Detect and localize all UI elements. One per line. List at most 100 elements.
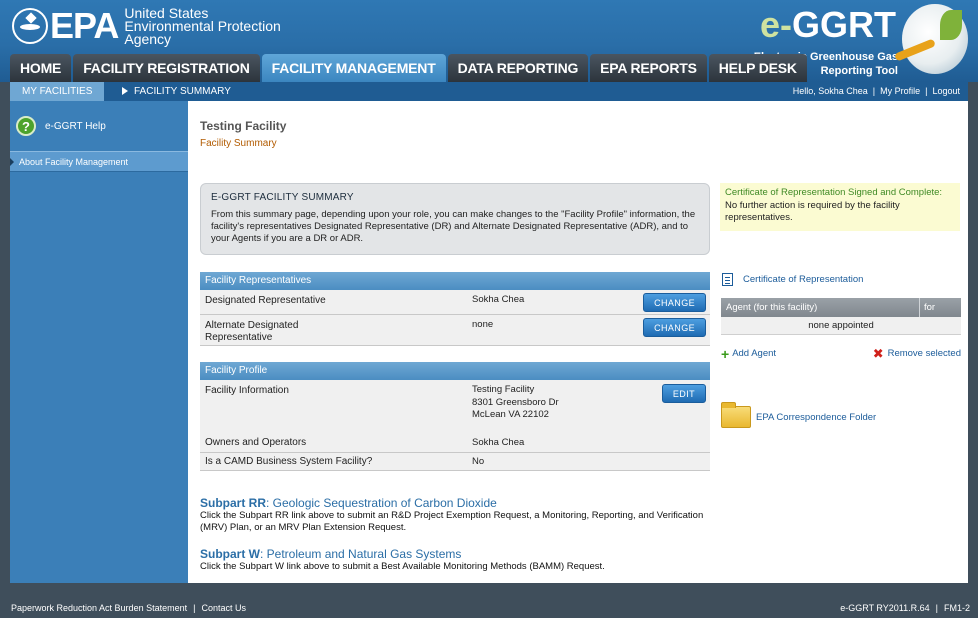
page-title: Testing Facility [200, 119, 287, 133]
main-content: Testing Facility Facility Summary E-GGRT… [188, 101, 968, 583]
remove-selected-label: Remove selected [887, 348, 961, 359]
summary-text: From this summary page, depending upon y… [211, 209, 696, 244]
adr-value: none [472, 319, 494, 330]
agents-table-header: Agent (for this facility) for [721, 298, 961, 317]
facility-info-label: Facility Information [205, 385, 289, 396]
subnav-my-facilities[interactable]: MY FACILITIES [10, 82, 105, 101]
facility-info-value: Testing Facility 8301 Greensboro Dr McLe… [472, 384, 559, 422]
owners-value: Sokha Chea [472, 437, 525, 448]
agents-table: Agent (for this facility) for none appoi… [721, 298, 961, 335]
leaf-icon [940, 10, 962, 40]
sub-navigation: MY FACILITIES FACILITY SUMMARY Hello, So… [10, 82, 968, 101]
table-row: Is a CAMD Business System Facility? No [200, 453, 710, 471]
change-adr-button[interactable]: CHANGE [643, 318, 706, 337]
facility-profile-section: Facility Profile Facility Information Te… [200, 362, 710, 471]
beak-shape [894, 38, 936, 62]
page-subtitle: Facility Summary [200, 138, 277, 149]
remove-x-icon: ✖ [872, 345, 884, 361]
logout-link[interactable]: Logout [932, 86, 960, 96]
table-row: Owners and Operators Sokha Chea [200, 434, 710, 453]
tab-help-desk[interactable]: HELP DESK [708, 54, 807, 82]
site-header: EPA United States Environmental Protecti… [0, 0, 978, 82]
certificate-status-highlight: Certificate of Representation Signed and… [725, 187, 943, 198]
certificate-link-label: Certificate of Representation [743, 274, 864, 285]
subnav-facility-summary[interactable]: FACILITY SUMMARY [122, 82, 231, 101]
tab-facility-registration[interactable]: FACILITY REGISTRATION [73, 54, 260, 82]
facility-street: 8301 Greensboro Dr [472, 396, 559, 408]
camd-value: No [472, 456, 485, 467]
subnav-facility-summary-label: FACILITY SUMMARY [134, 86, 231, 97]
edit-facility-button[interactable]: EDIT [661, 384, 706, 403]
table-row: Designated Representative Sokha Chea CHA… [200, 290, 710, 315]
remove-selected-link[interactable]: ✖ Remove selected [872, 345, 961, 361]
add-agent-label: Add Agent [732, 348, 777, 359]
my-profile-link[interactable]: My Profile [880, 86, 920, 96]
tab-facility-management[interactable]: FACILITY MANAGEMENT [261, 54, 446, 82]
agency-name: United States Environmental Protection A… [124, 6, 280, 46]
play-arrow-icon [122, 87, 128, 96]
agent-column-header[interactable]: Agent (for this facility) [721, 298, 920, 317]
contact-us-link[interactable]: Contact Us [201, 603, 246, 613]
adr-label: Alternate Designated Representative [205, 320, 299, 343]
footer-version: e-GGRT RY2011.R.64 | FM1-2 [840, 599, 970, 618]
subpart-w-block: Subpart W: Petroleum and Natural Gas Sys… [200, 548, 720, 573]
user-greeting: Hello, Sokha Chea [792, 86, 868, 96]
help-icon: ? [16, 116, 36, 136]
user-links: Hello, Sokha Chea | My Profile | Logout [793, 82, 960, 101]
subpart-rr-code: Subpart RR [200, 496, 266, 510]
certificate-status-note: Certificate of Representation Signed and… [720, 183, 960, 231]
for-column-header[interactable]: for [920, 298, 935, 317]
tab-data-reporting[interactable]: DATA REPORTING [447, 54, 589, 82]
camd-label: Is a CAMD Business System Facility? [205, 456, 373, 467]
facility-city: McLean VA 22102 [472, 409, 549, 420]
eggrt-logo-prefix: e- [759, 4, 792, 45]
subpart-rr-block: Subpart RR: Geologic Sequestration of Ca… [200, 497, 720, 535]
subpart-w-link[interactable]: Subpart W: Petroleum and Natural Gas Sys… [200, 548, 720, 561]
subpart-w-text: Click the Subpart W link above to submit… [200, 560, 605, 572]
facility-name: Testing Facility [472, 384, 535, 395]
section-heading: Facility Profile [200, 362, 710, 380]
epa-correspondence-folder-link[interactable]: EPA Correspondence Folder [721, 402, 876, 428]
separator: | [193, 603, 196, 613]
section-heading: Facility Representatives [200, 272, 710, 290]
separator: | [935, 603, 938, 613]
eggrt-logo-name: e-GGRT [760, 4, 896, 46]
main-nav-tabs: HOME FACILITY REGISTRATION FACILITY MANA… [10, 54, 809, 82]
certificate-status-text: No further action is required by the fac… [725, 199, 900, 224]
owners-label: Owners and Operators [205, 437, 307, 448]
epa-logo-letters: EPA [50, 5, 119, 46]
epa-logo[interactable]: EPA United States Environmental Protecti… [12, 5, 281, 46]
sidebar-help-label: e-GGRT Help [45, 120, 106, 132]
sidebar-help-link[interactable]: ? e-GGRT Help [10, 101, 188, 151]
sidebar-item-about-facility-management[interactable]: About Facility Management [10, 151, 188, 172]
certificate-of-representation-link[interactable]: Certificate of Representation [722, 273, 863, 286]
page-id-label: FM1-2 [943, 603, 970, 613]
subpart-rr-name: : Geologic Sequestration of Carbon Dioxi… [266, 496, 497, 510]
site-footer: Paperwork Reduction Act Burden Statement… [0, 599, 978, 618]
facility-summary-box: E-GGRT FACILITY SUMMARY From this summar… [200, 183, 710, 255]
tab-epa-reports[interactable]: EPA REPORTS [590, 54, 707, 82]
table-row: Facility Information Testing Facility 83… [200, 380, 710, 434]
facility-representatives-section: Facility Representatives Designated Repr… [200, 272, 710, 346]
separator: | [925, 86, 928, 96]
eggrt-logo-main: GGRT [792, 4, 896, 45]
version-label: e-GGRT RY2011.R.64 [840, 603, 930, 613]
paperwork-statement-link[interactable]: Paperwork Reduction Act Burden Statement [11, 603, 187, 613]
tab-home[interactable]: HOME [10, 54, 72, 82]
separator: | [872, 86, 876, 96]
add-agent-link[interactable]: + Add Agent [721, 347, 777, 361]
dr-value: Sokha Chea [472, 294, 525, 305]
subpart-w-name: : Petroleum and Natural Gas Systems [260, 547, 462, 561]
egret-bird-icon [894, 4, 968, 74]
epa-flower-icon [12, 8, 48, 44]
change-dr-button[interactable]: CHANGE [643, 293, 706, 312]
document-icon [722, 273, 733, 286]
folder-icon [721, 402, 751, 428]
footer-links: Paperwork Reduction Act Burden Statement… [11, 599, 246, 618]
subpart-rr-text: Click the Subpart RR link above to submi… [200, 509, 704, 534]
dr-label: Designated Representative [205, 295, 326, 306]
subpart-w-code: Subpart W [200, 547, 260, 561]
table-row: Alternate Designated Representative none… [200, 315, 710, 346]
subpart-rr-link[interactable]: Subpart RR: Geologic Sequestration of Ca… [200, 497, 720, 510]
sidebar: ? e-GGRT Help About Facility Management [10, 101, 188, 583]
